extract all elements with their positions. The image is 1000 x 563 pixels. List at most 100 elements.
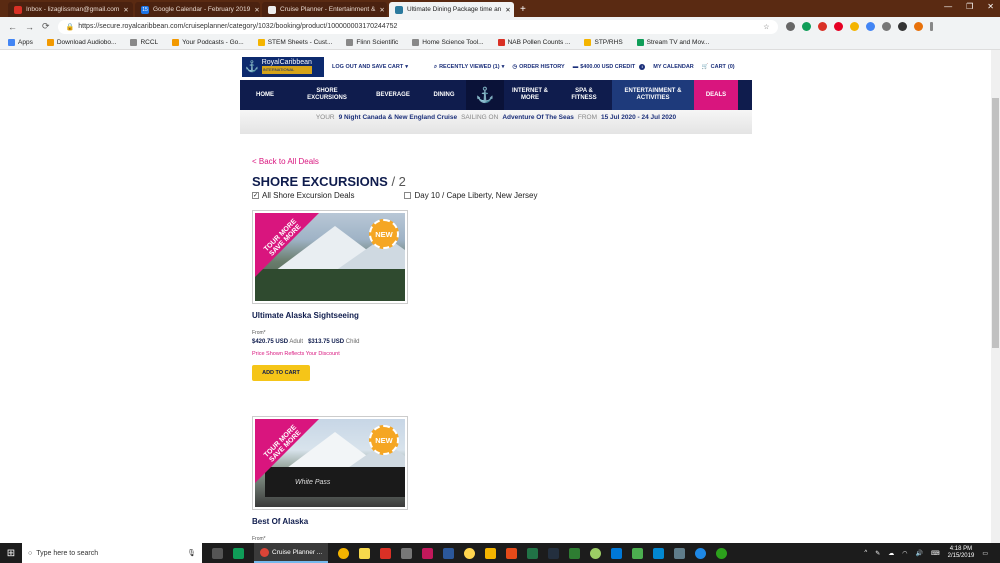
close-icon[interactable]: ✕ (375, 6, 384, 14)
royal-caribbean-logo[interactable]: ⚓ RoyalCaribbean INTERNATIONAL (242, 57, 324, 77)
close-icon[interactable]: ✕ (119, 6, 128, 14)
extension-icon[interactable] (785, 22, 795, 31)
menu-icon[interactable] (929, 22, 933, 31)
reload-icon[interactable]: ⟳ (42, 21, 50, 32)
product-title[interactable]: Ultimate Alaska Sightseeing (252, 311, 359, 320)
logout-link[interactable]: LOG OUT AND SAVE CART ▾ (332, 64, 408, 70)
browser-icon[interactable] (695, 547, 707, 559)
extension-icon[interactable] (801, 22, 811, 31)
close-icon[interactable]: ✕ (250, 6, 259, 14)
edge-icon[interactable] (611, 547, 623, 559)
add-to-cart-button[interactable]: ADD TO CART (252, 365, 310, 381)
cart-link[interactable]: 🛒 CART (0) (702, 64, 735, 70)
forward-icon[interactable]: → (25, 22, 34, 32)
taskbar-chrome-active[interactable]: Cruise Planner ... (254, 543, 329, 563)
keyboard-icon[interactable]: ⌨ (931, 550, 940, 557)
photos-icon[interactable] (569, 547, 581, 559)
recently-viewed-link[interactable]: ⌕ RECENTLY VIEWED (1) ▾ (434, 64, 504, 71)
nav-internet[interactable]: INTERNET & MORE (504, 80, 556, 110)
my-calendar-link[interactable]: MY CALENDAR (653, 64, 694, 70)
tab-gmail[interactable]: Inbox - lizaglissman@gmail.com ✕ (8, 2, 133, 17)
google-drive-icon[interactable] (233, 547, 244, 559)
network-icon[interactable]: ◠ (902, 550, 907, 557)
bookmark-item[interactable]: NAB Pollen Counts ... (497, 39, 570, 46)
checkbox-checked[interactable]: ✓ (252, 192, 259, 199)
bookmark-item[interactable]: Download Audiobo... (46, 39, 116, 46)
pen-icon[interactable]: ✎ (875, 550, 880, 557)
scrollbar-thumb[interactable] (992, 98, 999, 348)
back-icon[interactable]: ← (8, 22, 17, 32)
extension-icon[interactable] (881, 22, 891, 31)
crown-anchor-icon[interactable]: ⚓ (466, 80, 504, 110)
bookmark-item[interactable]: STEM Sheets - Cust... (257, 39, 332, 46)
bookmark-item[interactable]: Stream TV and Mov... (636, 39, 709, 46)
profile-avatar[interactable] (913, 22, 923, 31)
task-view-icon[interactable] (212, 547, 223, 559)
extension-icon[interactable] (865, 22, 875, 31)
clock[interactable]: 4:18 PM 2/15/2019 (948, 546, 975, 560)
product-image-best-of-alaska[interactable]: White Pass TOUR MORE SAVE MORE NEW (252, 416, 408, 510)
notifications-icon[interactable]: ▭ (982, 550, 988, 557)
extension-icon[interactable] (897, 22, 907, 31)
word-icon[interactable] (443, 547, 455, 559)
product-image-ultimate-alaska[interactable]: TOUR MORE SAVE MORE NEW (252, 210, 408, 304)
credit-link[interactable]: ▬ $400.00 USD CREDIT i (573, 64, 646, 70)
chevron-up-icon[interactable]: ^ (864, 550, 867, 556)
amazon-icon[interactable] (548, 547, 560, 559)
excel-icon[interactable] (527, 547, 539, 559)
bookmark-item[interactable]: Your Podcasts - Go... (172, 39, 244, 46)
nav-dining[interactable]: DINING (422, 80, 466, 110)
nav-home[interactable]: HOME (240, 80, 290, 110)
bookmark-item[interactable]: RCCL (130, 39, 158, 46)
minimize-icon[interactable]: — (944, 2, 952, 11)
windows-start-icon[interactable]: ⊞ (0, 548, 22, 559)
office-icon[interactable] (506, 547, 518, 559)
info-icon[interactable]: i (639, 64, 646, 70)
sticky-notes-icon[interactable] (359, 547, 371, 559)
extension-icon[interactable] (833, 22, 843, 31)
order-history-link[interactable]: ◷ ORDER HISTORY (512, 64, 564, 70)
norton-icon[interactable] (338, 547, 350, 559)
cloud-icon[interactable]: ☁ (888, 550, 894, 557)
checkbox-unchecked[interactable] (404, 192, 412, 199)
tab-dining-package[interactable]: Ultimate Dining Package time an ✕ (389, 2, 514, 17)
nav-spa-fitness[interactable]: SPA & FITNESS (556, 80, 612, 110)
bookmark-item[interactable]: Apps (8, 39, 33, 46)
quizlet-icon[interactable] (422, 547, 434, 559)
close-window-icon[interactable]: ✕ (987, 2, 994, 11)
url-input[interactable]: 🔒 https://secure.royalcaribbean.com/crui… (57, 19, 778, 34)
filter-all-deals[interactable]: ✓ All Shore Excursion Deals (252, 191, 354, 200)
tab-cruise-planner[interactable]: Cruise Planner - Entertainment & ✕ (262, 2, 387, 17)
extension-icon[interactable] (849, 22, 859, 31)
close-icon[interactable]: ✕ (501, 6, 510, 14)
new-tab-button[interactable]: + (520, 2, 526, 17)
calculator-icon[interactable] (401, 547, 413, 559)
remote-icon[interactable] (653, 547, 665, 559)
slides-icon[interactable] (485, 547, 497, 559)
nav-entertainment[interactable]: ENTERTAINMENT & ACTIVITIES (612, 80, 694, 110)
microphone-icon[interactable]: 🎙 (187, 549, 196, 557)
wunderlist-icon[interactable] (380, 547, 392, 559)
page-heading: SHORE EXCURSIONS (252, 174, 388, 189)
bookmark-item[interactable]: Flinn Scientific (346, 39, 398, 46)
volume-icon[interactable]: 🔊 (915, 550, 922, 557)
bookmark-item[interactable]: Home Science Tool... (412, 39, 484, 46)
weather-icon[interactable] (464, 547, 476, 559)
quickbooks-icon[interactable] (716, 547, 728, 559)
filter-day-10[interactable]: Day 10 / Cape Liberty, New Jersey (404, 191, 538, 200)
product-title[interactable]: Best Of Alaska (252, 517, 308, 526)
bookmark-star-icon[interactable]: ☆ (763, 23, 769, 31)
taskbar-search-input[interactable]: ○ Type here to search 🎙 (22, 543, 202, 563)
back-to-deals-link[interactable]: < Back to All Deals (252, 157, 319, 166)
spreadsheet-icon[interactable] (632, 547, 644, 559)
maximize-icon[interactable]: ❐ (966, 2, 973, 11)
page-scrollbar[interactable] (991, 50, 1000, 543)
nav-beverage[interactable]: BEVERAGE (364, 80, 422, 110)
tab-calendar[interactable]: 15 Google Calendar - February 2019 ✕ (135, 2, 260, 17)
tennis-icon[interactable] (590, 547, 602, 559)
extension-icon[interactable] (817, 22, 827, 31)
nav-shore-excursions[interactable]: SHORE EXCURSIONS (290, 80, 364, 110)
nav-deals[interactable]: DEALS (694, 80, 738, 110)
bookmark-item[interactable]: STP/RHS (584, 39, 623, 46)
settings-icon[interactable] (674, 547, 686, 559)
